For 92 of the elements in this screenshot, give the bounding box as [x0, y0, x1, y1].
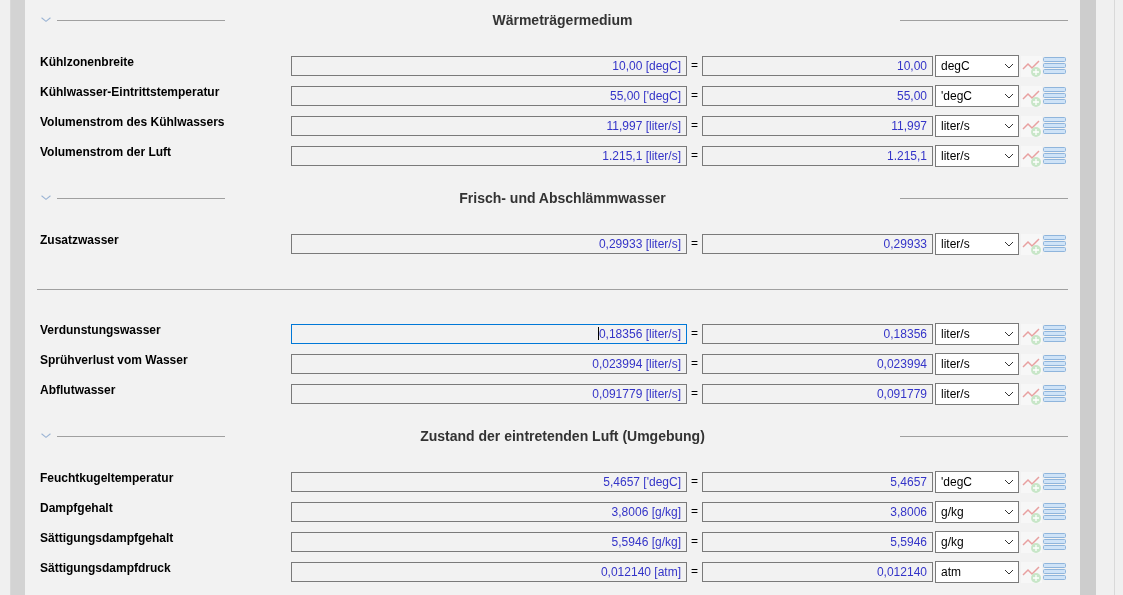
value-field[interactable]: 0,012140 [atm] [291, 562, 687, 582]
field-label: Sättigungsdampfdruck [40, 560, 172, 575]
field-label: Sprühverlust vom Wasser [40, 352, 189, 367]
value-field[interactable]: 11,997 [liter/s] [291, 116, 687, 136]
result-field[interactable]: 0,091779 [702, 384, 933, 404]
list-icon[interactable] [1043, 472, 1066, 492]
value-field[interactable]: 0,023994 [liter/s] [291, 354, 687, 374]
chevron-down-icon [1004, 361, 1014, 367]
result-field[interactable]: 0,18356 [702, 324, 933, 344]
result-field[interactable]: 10,00 [702, 56, 933, 76]
chevron-down-icon [1004, 331, 1014, 337]
field-label: Kühlwasser-Eintrittstemperatur [40, 84, 221, 99]
unit-dropdown[interactable]: liter/s [935, 233, 1019, 255]
chevron-down-icon[interactable] [40, 16, 52, 24]
chevron-down-icon[interactable] [40, 194, 52, 202]
equals-sign: = [690, 473, 699, 488]
chevron-down-icon [1004, 479, 1014, 485]
equals-sign: = [690, 355, 699, 370]
equals-sign: = [690, 563, 699, 578]
field-label: Abflutwasser [40, 382, 117, 397]
equals-sign: = [690, 57, 699, 72]
unit-dropdown[interactable]: 'degC [935, 85, 1019, 107]
field-label: Feuchtkugeltemperatur [40, 470, 175, 485]
section-title: Zustand der eintretenden Luft (Umgebung) [420, 428, 705, 444]
list-icon[interactable] [1043, 532, 1066, 552]
unit-dropdown[interactable]: liter/s [935, 383, 1019, 405]
list-icon[interactable] [1043, 116, 1066, 136]
result-field[interactable]: 0,023994 [702, 354, 933, 374]
unit-dropdown[interactable]: liter/s [935, 115, 1019, 137]
field-label: Volumenstrom des Kühlwassers [40, 114, 226, 129]
field-label: Sättigungsdampfgehalt [40, 530, 175, 545]
splitter-bar[interactable] [11, 0, 25, 595]
chevron-down-icon [1004, 93, 1014, 99]
chevron-down-icon [1004, 241, 1014, 247]
unit-dropdown[interactable]: g/kg [935, 531, 1019, 553]
result-field[interactable]: 5,5946 [702, 532, 933, 552]
equals-sign: = [690, 503, 699, 518]
chevron-down-icon[interactable] [40, 432, 52, 440]
unit-dropdown[interactable]: degC [935, 55, 1019, 77]
unit-dropdown[interactable]: g/kg [935, 501, 1019, 523]
unit-dropdown[interactable]: liter/s [935, 353, 1019, 375]
field-label: Kühlzonenbreite [40, 54, 135, 69]
value-field[interactable]: 0,091779 [liter/s] [291, 384, 687, 404]
list-icon[interactable] [1043, 56, 1066, 76]
field-label: Volumenstrom der Luft [40, 144, 173, 159]
value-field[interactable]: 5,5946 [g/kg] [291, 532, 687, 552]
equals-sign: = [690, 385, 699, 400]
chevron-down-icon [1004, 569, 1014, 575]
result-field[interactable]: 11,997 [702, 116, 933, 136]
chevron-down-icon [1004, 63, 1014, 69]
list-icon[interactable] [1043, 354, 1066, 374]
section-title: Frisch- und Abschlämmwasser [459, 190, 666, 206]
result-field[interactable]: 55,00 [702, 86, 933, 106]
result-field[interactable]: 5,4657 [702, 472, 933, 492]
list-icon[interactable] [1043, 146, 1066, 166]
value-field[interactable]: 1.215,1 [liter/s] [291, 146, 687, 166]
chevron-down-icon [1004, 153, 1014, 159]
result-field[interactable]: 0,29933 [702, 234, 933, 254]
value-field[interactable]: 0,18356 [liter/s] [291, 324, 687, 344]
list-icon[interactable] [1043, 502, 1066, 522]
unit-dropdown[interactable]: atm [935, 561, 1019, 583]
list-icon[interactable] [1043, 384, 1066, 404]
list-icon[interactable] [1043, 86, 1066, 106]
unit-dropdown[interactable]: 'degC [935, 471, 1019, 493]
result-field[interactable]: 0,012140 [702, 562, 933, 582]
equals-sign: = [690, 533, 699, 548]
list-icon[interactable] [1043, 562, 1066, 582]
value-field[interactable]: 3,8006 [g/kg] [291, 502, 687, 522]
equals-sign: = [690, 325, 699, 340]
section-title: Wärmeträgermedium [492, 12, 633, 28]
value-field[interactable]: 5,4657 ['degC] [291, 472, 687, 492]
unit-dropdown[interactable]: liter/s [935, 145, 1019, 167]
field-label: Zusatzwasser [40, 232, 120, 247]
list-icon[interactable] [1043, 234, 1066, 254]
field-label: Verdunstungswasser [40, 322, 162, 337]
equals-sign: = [690, 87, 699, 102]
value-field[interactable]: 0,29933 [liter/s] [291, 234, 687, 254]
value-field[interactable]: 10,00 [degC] [291, 56, 687, 76]
equals-sign: = [690, 235, 699, 250]
value-field[interactable]: 55,00 ['degC] [291, 86, 687, 106]
chevron-down-icon [1004, 123, 1014, 129]
scrollbar[interactable] [1080, 0, 1096, 595]
list-icon[interactable] [1043, 324, 1066, 344]
result-field[interactable]: 1.215,1 [702, 146, 933, 166]
equals-sign: = [690, 117, 699, 132]
result-field[interactable]: 3,8006 [702, 502, 933, 522]
chevron-down-icon [1004, 539, 1014, 545]
chevron-down-icon [1004, 509, 1014, 515]
unit-dropdown[interactable]: liter/s [935, 323, 1019, 345]
chevron-down-icon [1004, 391, 1014, 397]
equals-sign: = [690, 147, 699, 162]
field-label: Dampfgehalt [40, 500, 114, 515]
